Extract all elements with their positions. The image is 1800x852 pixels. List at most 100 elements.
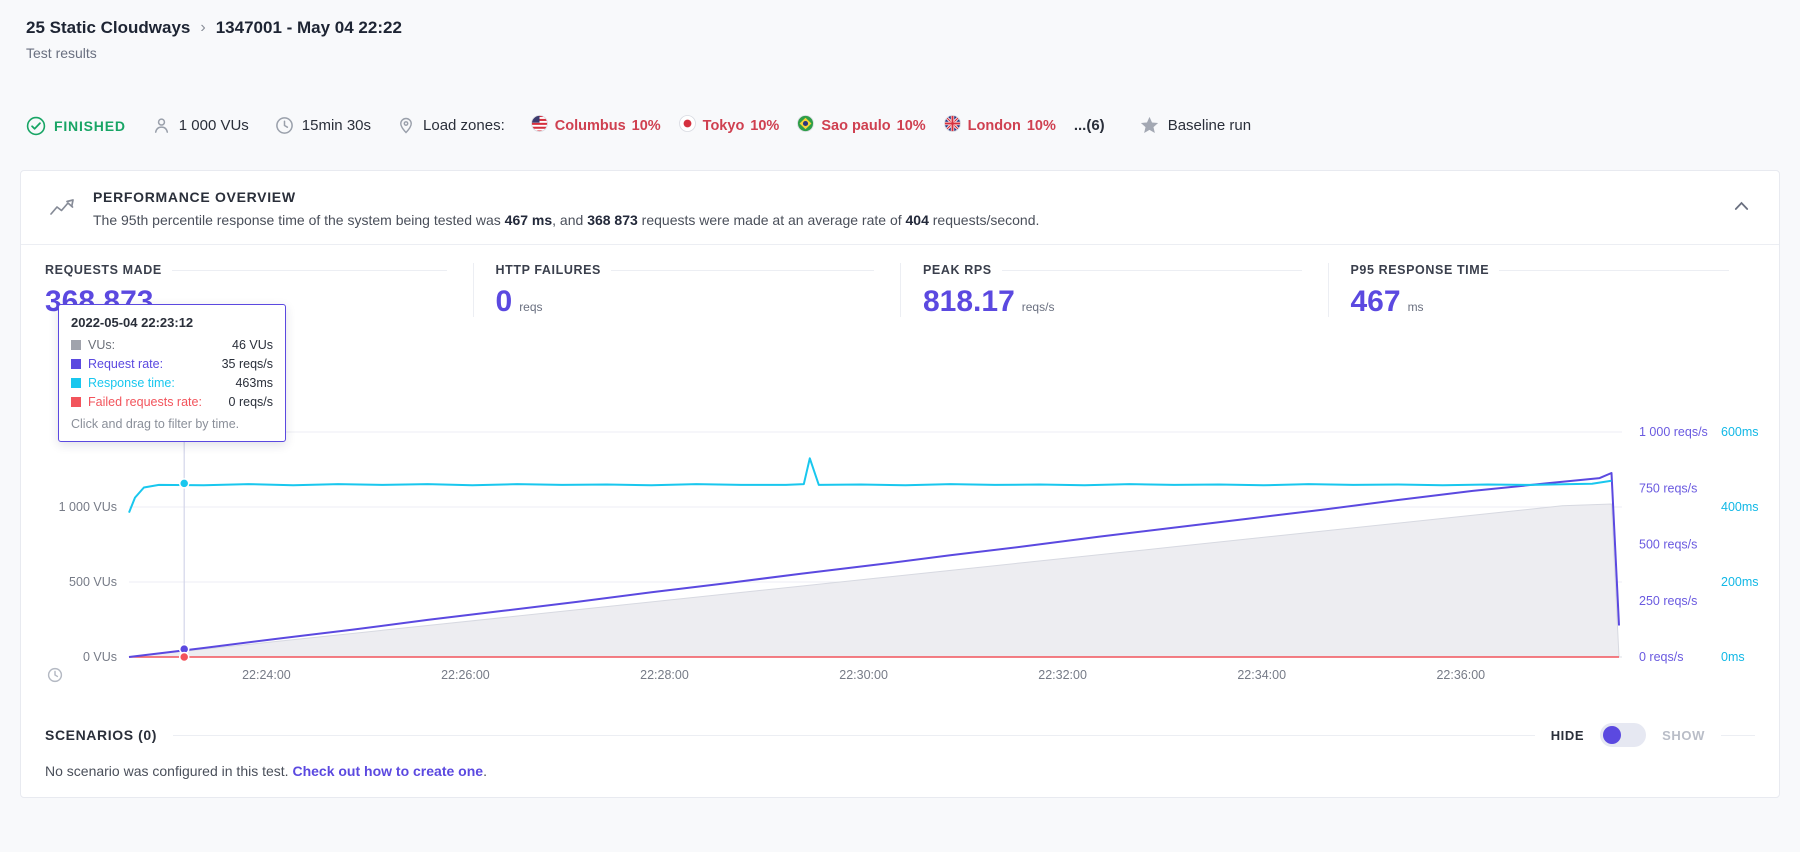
svg-text:22:32:00: 22:32:00 xyxy=(1038,668,1087,682)
tooltip-rows: VUs:46 VUs Request rate: 35 reqs/s Response… xyxy=(71,338,273,409)
load-zone-london[interactable]: London 10% xyxy=(944,115,1056,136)
tooltip-hint: Click and drag to filter by time. xyxy=(71,417,273,431)
toggle-knob-icon xyxy=(1603,726,1621,744)
collapse-section-button[interactable] xyxy=(1728,193,1755,220)
star-icon[interactable] xyxy=(1139,115,1160,136)
metric-label: P95 RESPONSE TIME xyxy=(1351,263,1490,277)
person-icon xyxy=(152,116,171,135)
svg-text:22:28:00: 22:28:00 xyxy=(640,668,689,682)
tooltip-row-value: 46 VUs xyxy=(232,338,273,352)
status-duration-label: 15min 30s xyxy=(302,117,371,134)
load-zones-list: Columbus 10% Tokyo 10% Sao paulo 10% xyxy=(531,115,1105,136)
status-vus-label: 1 000 VUs xyxy=(179,117,249,134)
status-vus: 1 000 VUs xyxy=(152,116,249,135)
clock-icon xyxy=(275,116,294,135)
svg-text:22:30:00: 22:30:00 xyxy=(839,668,888,682)
tooltip-row-label: Request rate: xyxy=(88,357,163,371)
overview-summary: The 95th percentile response time of the… xyxy=(93,212,1039,228)
status-finished-label: FINISHED xyxy=(54,118,126,134)
divider xyxy=(1721,735,1755,736)
metric-value: 467 xyxy=(1351,287,1401,317)
divider xyxy=(611,270,874,271)
flag-us-icon xyxy=(531,115,548,136)
flag-jp-icon xyxy=(679,115,696,136)
tooltip-row-value: 35 reqs/s xyxy=(222,357,273,371)
page-subtitle: Test results xyxy=(20,45,1780,61)
metric-peak-rps: PEAK RPS 818.17reqs/s xyxy=(900,263,1328,317)
metric-unit: ms xyxy=(1408,300,1424,317)
time-axis-clock-icon xyxy=(47,667,63,688)
tooltip-row: VUs:46 VUs xyxy=(71,338,273,352)
tooltip-row-value: 463ms xyxy=(235,376,273,390)
divider xyxy=(1499,270,1729,271)
status-load-zones: Load zones: xyxy=(397,116,505,135)
svg-text:1 000 reqs/s: 1 000 reqs/s xyxy=(1639,425,1708,439)
load-zone-pct: 10% xyxy=(1027,118,1056,134)
metric-label: HTTP FAILURES xyxy=(496,263,602,277)
series-swatch-icon xyxy=(71,340,81,350)
metric-value: 0 xyxy=(496,287,513,317)
load-zones-label: Load zones: xyxy=(423,117,505,134)
tooltip-row-label: Response time: xyxy=(88,376,175,390)
breadcrumb-test-name: 1347001 - May 04 22:22 xyxy=(216,18,402,38)
status-bar: FINISHED 1 000 VUs 15min 30s Load zones: xyxy=(20,115,1780,136)
load-zone-pct: 10% xyxy=(750,118,779,134)
scenarios-show-label[interactable]: SHOW xyxy=(1662,728,1705,743)
load-zone-sao-paulo[interactable]: Sao paulo 10% xyxy=(797,115,925,136)
baseline-run-label: Baseline run xyxy=(1168,117,1251,134)
tooltip-timestamp: 2022-05-04 22:23:12 xyxy=(71,315,273,330)
scenarios-period: . xyxy=(483,763,487,779)
divider xyxy=(1002,270,1302,271)
breadcrumb: 25 Static Cloudways › 1347001 - May 04 2… xyxy=(20,18,1780,38)
chart-tooltip: 2022-05-04 22:23:12 VUs:46 VUs Request ra… xyxy=(58,304,286,442)
flag-br-icon xyxy=(797,115,814,136)
performance-chart[interactable]: 1 500 VUs1 000 VUs500 VUs0 VUs1 000 reqs… xyxy=(21,407,1779,707)
tooltip-row: Failed requests rate:0 reqs/s xyxy=(71,395,273,409)
svg-text:600ms: 600ms xyxy=(1721,425,1759,439)
metric-unit: reqs/s xyxy=(1022,300,1055,317)
create-scenario-link[interactable]: Check out how to create one xyxy=(292,763,483,779)
location-pin-icon xyxy=(397,116,415,135)
svg-text:200ms: 200ms xyxy=(1721,575,1759,589)
scenarios-section: SCENARIOS (0) HIDE SHOW No scenario was … xyxy=(21,707,1779,797)
load-zone-tokyo[interactable]: Tokyo 10% xyxy=(679,115,780,136)
svg-text:22:26:00: 22:26:00 xyxy=(441,668,490,682)
chart-canvas[interactable]: 1 500 VUs1 000 VUs500 VUs0 VUs1 000 reqs… xyxy=(21,407,1779,707)
scenarios-empty-text: No scenario was configured in this test.… xyxy=(45,763,1755,779)
overview-header: PERFORMANCE OVERVIEW The 95th percentile… xyxy=(21,171,1779,245)
check-circle-icon xyxy=(26,116,46,136)
svg-text:0 reqs/s: 0 reqs/s xyxy=(1639,650,1683,664)
performance-chart-icon xyxy=(47,191,77,226)
overview-title: PERFORMANCE OVERVIEW xyxy=(93,189,1039,205)
breadcrumb-project-link[interactable]: 25 Static Cloudways xyxy=(26,18,190,38)
svg-text:1 000 VUs: 1 000 VUs xyxy=(59,500,117,514)
test-results-page: 25 Static Cloudways › 1347001 - May 04 2… xyxy=(0,0,1800,798)
metric-unit: reqs xyxy=(519,300,542,317)
svg-text:0 VUs: 0 VUs xyxy=(83,650,117,664)
divider xyxy=(173,735,1535,736)
load-zone-name: Tokyo xyxy=(703,118,745,134)
scenarios-hide-label[interactable]: HIDE xyxy=(1551,728,1584,743)
load-zone-pct: 10% xyxy=(897,118,926,134)
load-zone-pct: 10% xyxy=(632,118,661,134)
svg-text:500 VUs: 500 VUs xyxy=(69,575,117,589)
load-zone-name: London xyxy=(968,118,1021,134)
more-zones-label[interactable]: ...(6) xyxy=(1074,117,1105,134)
series-swatch-icon xyxy=(71,378,81,388)
breadcrumb-separator-icon: › xyxy=(200,19,205,37)
svg-text:0ms: 0ms xyxy=(1721,650,1745,664)
tooltip-row: Request rate: 35 reqs/s xyxy=(71,357,273,371)
status-duration: 15min 30s xyxy=(275,116,371,135)
svg-text:250 reqs/s: 250 reqs/s xyxy=(1639,594,1697,608)
svg-text:500 reqs/s: 500 reqs/s xyxy=(1639,538,1697,552)
svg-text:22:36:00: 22:36:00 xyxy=(1436,668,1485,682)
status-baseline: Baseline run xyxy=(1139,115,1251,136)
load-zone-columbus[interactable]: Columbus 10% xyxy=(531,115,661,136)
svg-text:400ms: 400ms xyxy=(1721,500,1759,514)
scenarios-title: SCENARIOS (0) xyxy=(45,727,157,743)
page-header: 25 Static Cloudways › 1347001 - May 04 2… xyxy=(20,18,1780,61)
load-zone-name: Columbus xyxy=(555,118,626,134)
scenarios-hide-show-toggle[interactable] xyxy=(1600,723,1646,747)
metric-label: PEAK RPS xyxy=(923,263,992,277)
overview-header-text: PERFORMANCE OVERVIEW The 95th percentile… xyxy=(93,189,1039,228)
